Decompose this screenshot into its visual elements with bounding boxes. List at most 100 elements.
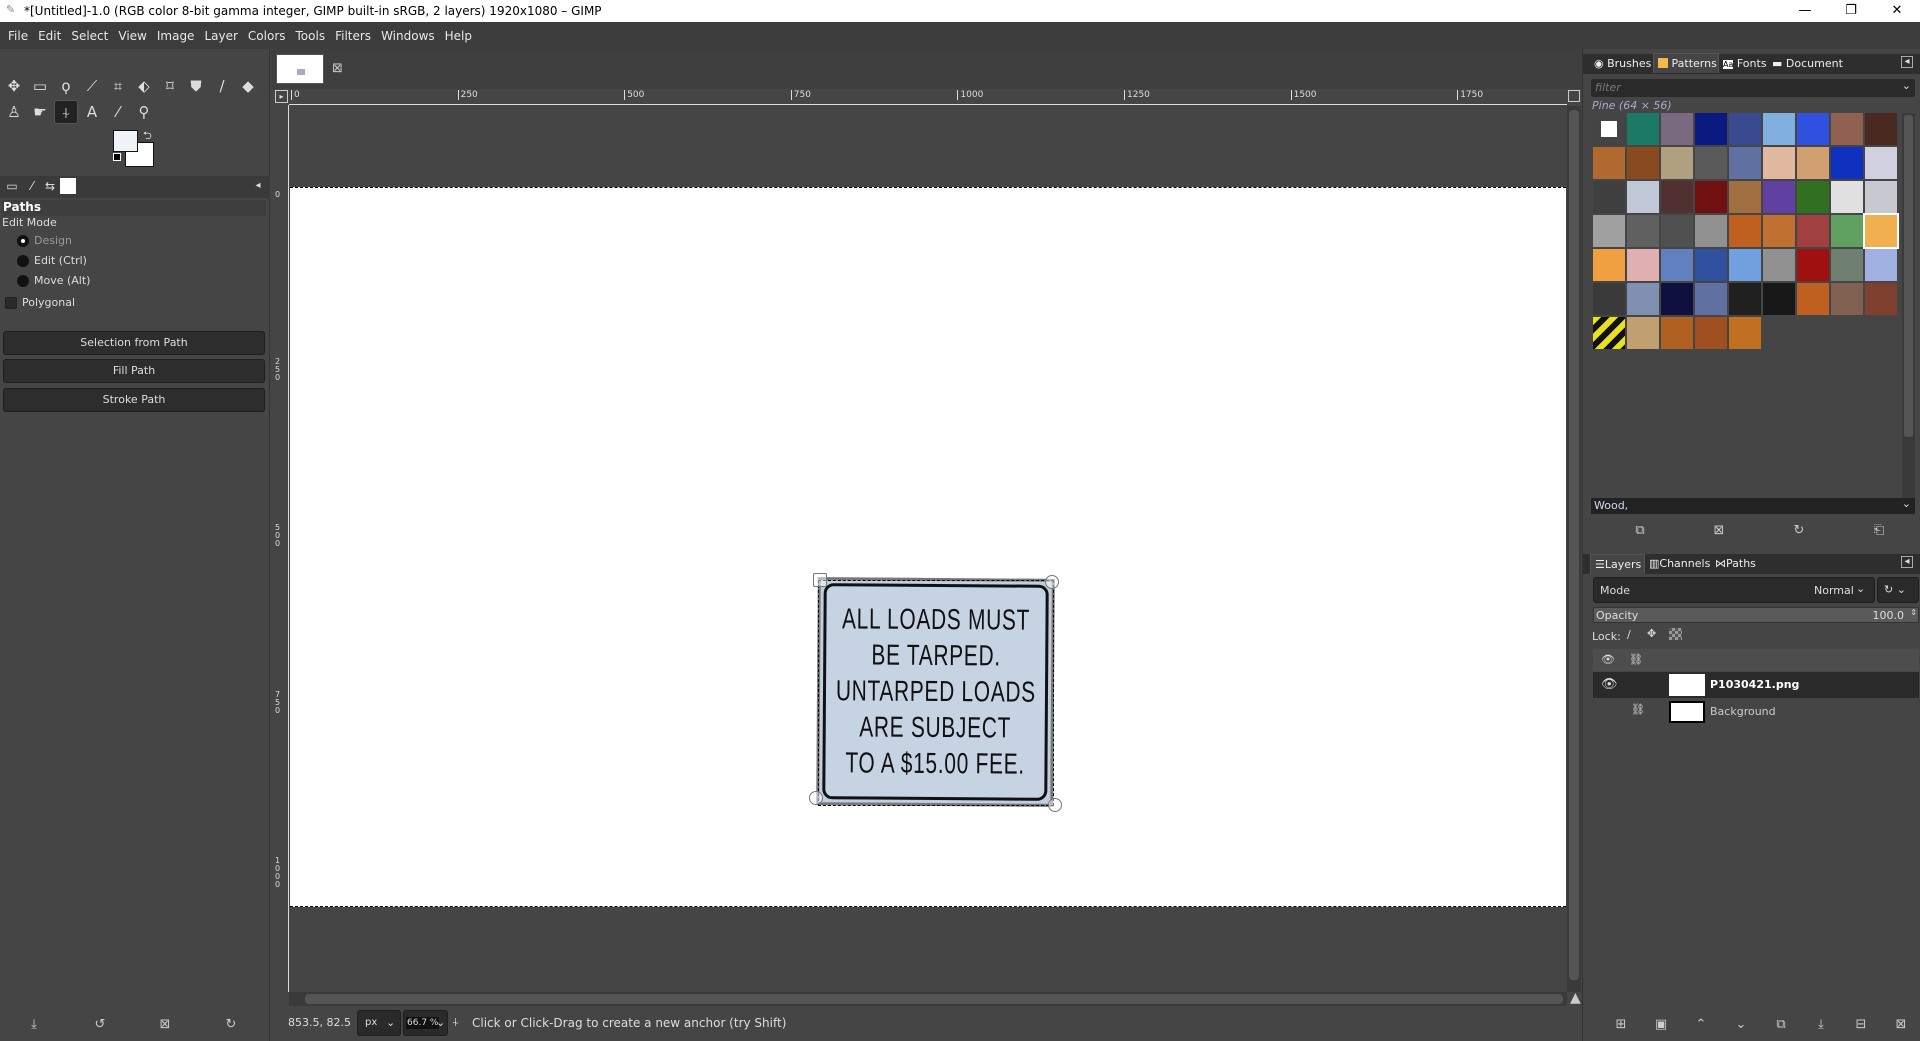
pattern-swatch[interactable] xyxy=(1763,181,1795,213)
pattern-swatch[interactable] xyxy=(1661,147,1693,179)
maximize-button[interactable]: ❐ xyxy=(1828,0,1874,22)
lower-layer-icon[interactable]: ⌄ xyxy=(1729,1017,1753,1032)
pattern-swatch[interactable] xyxy=(1763,215,1795,247)
menu-help[interactable]: Help xyxy=(441,29,478,43)
menu-select[interactable]: Select xyxy=(67,29,114,43)
bucket-fill-icon[interactable]: ⛊ xyxy=(184,74,208,98)
pattern-swatch[interactable] xyxy=(1797,147,1829,179)
pattern-swatch[interactable] xyxy=(1729,283,1761,315)
menu-file[interactable]: File xyxy=(4,29,34,43)
polygonal-label[interactable]: Polygonal xyxy=(22,296,75,309)
pattern-swatch[interactable] xyxy=(1865,181,1897,213)
pattern-swatch[interactable] xyxy=(1729,113,1761,145)
cage-transform-icon[interactable]: ⌑ xyxy=(158,74,182,98)
save-options-icon[interactable]: ⤓ xyxy=(22,1017,46,1032)
pattern-swatch[interactable] xyxy=(1593,181,1625,213)
refresh-patterns-icon[interactable]: ↻ xyxy=(1787,523,1811,538)
radio-design[interactable] xyxy=(17,235,29,247)
eye-icon[interactable]: 👁 xyxy=(1601,677,1618,692)
vertical-scrollbar[interactable] xyxy=(1567,106,1581,992)
polygonal-checkbox[interactable] xyxy=(5,297,17,309)
move-tool-icon[interactable]: ✥ xyxy=(2,74,26,98)
crop-icon[interactable]: ⌗ xyxy=(106,74,130,98)
radio-move-label[interactable]: Move (Alt) xyxy=(34,274,90,287)
radio-edit-label[interactable]: Edit (Ctrl) xyxy=(34,254,87,267)
layer-name[interactable]: P1030421.png xyxy=(1710,678,1799,691)
path-anchor[interactable] xyxy=(1045,575,1059,589)
vertical-ruler[interactable]: 0 250 500 750 1000 xyxy=(273,105,289,992)
pattern-swatch[interactable] xyxy=(1865,113,1897,145)
undo-history-tab-icon[interactable]: ⇆ xyxy=(40,176,60,196)
pattern-swatch[interactable] xyxy=(1831,283,1863,315)
tab-document-history[interactable]: ▬ Document History xyxy=(1768,54,1878,90)
images-tab-icon[interactable] xyxy=(60,178,76,194)
lock-pixels-icon[interactable]: ∕ xyxy=(1627,628,1631,641)
horizontal-ruler[interactable]: 0 250 500 750 1000 1250 1500 1750 xyxy=(289,89,1567,105)
zoom-tool-icon[interactable]: ⚲ xyxy=(132,100,156,124)
pattern-swatch[interactable] xyxy=(1729,317,1761,349)
duplicate-layer-icon[interactable]: ⧉ xyxy=(1769,1017,1793,1032)
pattern-swatch[interactable] xyxy=(1627,147,1659,179)
pattern-swatch[interactable] xyxy=(1661,113,1693,145)
fuzzy-select-icon[interactable]: ⟋ xyxy=(80,74,104,98)
rect-select-icon[interactable]: ▭ xyxy=(28,74,52,98)
pattern-swatch[interactable] xyxy=(1661,181,1693,213)
text-tool-icon[interactable]: A xyxy=(80,100,104,124)
pattern-swatch[interactable] xyxy=(1831,249,1863,281)
dock-menu-icon[interactable]: ◂ xyxy=(1901,56,1913,68)
pattern-swatch[interactable] xyxy=(1627,317,1659,349)
pattern-swatch[interactable] xyxy=(1695,181,1727,213)
pattern-swatch[interactable] xyxy=(1627,181,1659,213)
anchor-layer-icon[interactable]: ⤓ xyxy=(1809,1017,1833,1032)
tab-paths[interactable]: ⋈Paths xyxy=(1711,554,1759,574)
menu-view[interactable]: View xyxy=(114,29,152,43)
pattern-swatch[interactable] xyxy=(1661,215,1693,247)
pattern-swatch[interactable] xyxy=(1797,283,1829,315)
path-anchor[interactable] xyxy=(1048,798,1062,812)
pattern-swatch[interactable] xyxy=(1627,215,1659,247)
pattern-swatch[interactable] xyxy=(1627,249,1659,281)
color-picker-icon[interactable]: ⁄ xyxy=(106,100,130,124)
opacity-slider[interactable]: Opacity 100.0 ⇕ xyxy=(1593,607,1919,623)
eraser-icon[interactable]: ◆ xyxy=(236,74,260,98)
close-button[interactable]: ✕ xyxy=(1874,0,1920,22)
zoom-value[interactable]: 66.7 % xyxy=(406,1017,440,1029)
default-colors-icon[interactable] xyxy=(113,153,121,161)
menu-edit[interactable]: Edit xyxy=(34,29,67,43)
horizontal-scrollbar[interactable] xyxy=(289,992,1567,1006)
pattern-swatch[interactable] xyxy=(1831,147,1863,179)
pattern-swatch[interactable] xyxy=(1865,147,1897,179)
pattern-swatch[interactable] xyxy=(1831,181,1863,213)
tab-channels[interactable]: ▥Channels xyxy=(1645,554,1711,574)
pattern-swatch[interactable] xyxy=(1661,249,1693,281)
new-layer-group-icon[interactable]: ▣ xyxy=(1649,1017,1673,1032)
layer-sign-image[interactable]: ALL LOADS MUST BE TARPED. UNTARPED LOADS… xyxy=(816,577,1055,807)
dock-menu-icon[interactable]: ◂ xyxy=(248,176,268,196)
pattern-swatch[interactable] xyxy=(1865,283,1897,315)
new-layer-icon[interactable]: ⊞ xyxy=(1609,1017,1633,1032)
reset-options-icon[interactable]: ↻ xyxy=(219,1017,243,1032)
pattern-swatch[interactable] xyxy=(1863,213,1899,249)
pattern-swatch[interactable] xyxy=(1797,181,1829,213)
stroke-path-button[interactable]: Stroke Path xyxy=(3,388,265,412)
tab-brushes[interactable]: ◉ Brushes xyxy=(1590,54,1653,74)
fill-path-button[interactable]: Fill Path xyxy=(3,359,265,383)
pattern-swatch[interactable] xyxy=(1763,147,1795,179)
free-select-icon[interactable]: ϙ xyxy=(54,74,78,98)
pattern-swatch[interactable] xyxy=(1627,283,1659,315)
quick-mask-menu-icon[interactable]: ▸ xyxy=(275,90,288,103)
menu-windows[interactable]: Windows xyxy=(377,29,441,43)
lock-alpha-icon[interactable] xyxy=(1669,628,1682,640)
tab-layers[interactable]: ☰Layers xyxy=(1590,554,1645,574)
pattern-swatch[interactable] xyxy=(1661,317,1693,349)
delete-layer-icon[interactable]: ⊠ xyxy=(1889,1017,1913,1032)
menu-image[interactable]: Image xyxy=(153,29,201,43)
paintbrush-icon[interactable]: ∕ xyxy=(210,74,234,98)
pattern-swatch[interactable] xyxy=(1729,249,1761,281)
pattern-swatch[interactable] xyxy=(1593,215,1625,247)
delete-pattern-icon[interactable]: ⊠ xyxy=(1707,523,1731,538)
radio-edit[interactable] xyxy=(17,255,29,267)
pattern-tag-input[interactable]: Wood, ⌄ xyxy=(1591,497,1915,514)
layer-row-p1030421[interactable]: 👁 P1030421.png xyxy=(1593,672,1919,698)
clone-icon[interactable]: ♙ xyxy=(2,100,26,124)
